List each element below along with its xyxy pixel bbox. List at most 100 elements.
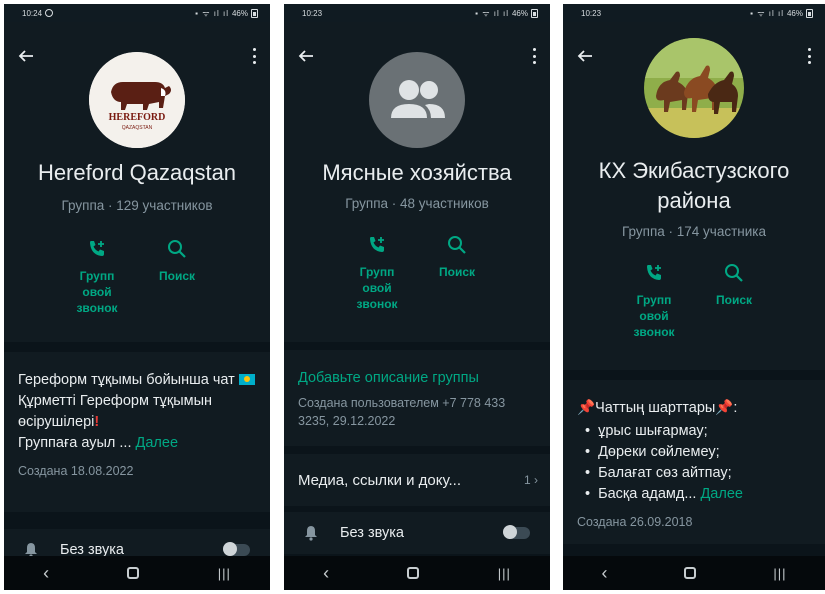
status-time: 10:23 — [302, 8, 323, 18]
hereford-logo: HEREFORD QAZAQSTAN — [89, 52, 185, 148]
group-actions: Групп овой звонок Поиск — [563, 262, 825, 340]
group-call-label: Групп овой звонок — [76, 269, 118, 315]
status-time: 10:24 — [22, 8, 43, 18]
search-label: Поиск — [158, 269, 195, 283]
android-nav-bar: ‹ ||| — [563, 556, 825, 590]
add-description-link[interactable]: Добавьте описание группы — [284, 350, 550, 386]
group-header: Мясные хозяйства Группа · 48 участников … — [284, 22, 550, 342]
bell-icon — [305, 526, 317, 541]
status-time: 10:23 — [581, 8, 602, 18]
android-nav-bar: ‹ ||| — [4, 556, 270, 590]
group-actions: Групп овой звонок Поиск — [284, 234, 550, 312]
group-description-panel[interactable]: Добавьте описание группы Создана пользов… — [284, 350, 550, 446]
back-arrow-icon[interactable] — [18, 48, 34, 64]
rule-item: Басқа адамд... Далее — [585, 484, 815, 505]
horses-photo — [644, 38, 744, 138]
search-icon — [725, 264, 743, 282]
group-description-panel[interactable]: Гереформ тұқымы бойынша чат Құрметті Гер… — [4, 352, 270, 512]
nav-back-icon[interactable]: ‹ — [43, 563, 49, 584]
nav-home-icon[interactable] — [407, 567, 420, 579]
status-bar: 10:23 ▪ ᯤ ıl ıl 46% — [284, 4, 550, 22]
phone-screen-2: 10:23 ▪ ᯤ ıl ıl 46% Мясные хозяйства Гру… — [284, 4, 550, 590]
group-description-panel[interactable]: 📌Чаттың шарттары📌: ұрыс шығармау; Дөреки… — [563, 380, 825, 544]
group-title: КХ Экибастузского района — [598, 158, 790, 213]
group-avatar[interactable] — [644, 38, 744, 138]
status-bar: 10:23 ▪ ᯤ ıl ıl 46% — [563, 4, 825, 22]
group-actions: Групп овой звонок Поиск — [4, 238, 270, 316]
mute-toggle[interactable] — [503, 525, 530, 539]
rules-title-line: 📌Чаттың шарттары📌: — [563, 380, 825, 419]
battery-percent: 46% — [511, 8, 528, 18]
group-call-label: Групп овой звонок — [633, 293, 675, 339]
search-icon — [448, 236, 466, 254]
search-icon — [168, 240, 186, 258]
group-subtitle: Группа · 129 участников — [61, 198, 213, 213]
rules-list: ұрыс шығармау; Дөреки сөйлемеу; Балағат … — [563, 419, 825, 505]
nav-home-icon[interactable] — [684, 567, 697, 579]
nav-home-icon[interactable] — [127, 567, 140, 579]
logo-subtext: QAZAQSTAN — [122, 125, 153, 131]
battery-percent: 46% — [786, 8, 803, 18]
mute-row[interactable]: Без звука — [284, 512, 550, 554]
add-call-icon — [370, 237, 384, 252]
created-date: Создана 26.09.2018 — [577, 515, 693, 529]
add-call-icon — [90, 241, 104, 256]
rule-item: ұрыс шығармау; — [585, 421, 815, 442]
rule-item: Балағат сөз айтпау; — [585, 463, 815, 484]
battery-icon — [251, 8, 258, 18]
group-avatar[interactable] — [369, 52, 465, 148]
more-options-icon[interactable] — [807, 48, 811, 64]
battery-percent: 46% — [231, 8, 248, 18]
group-call-button[interactable]: Групп овой звонок — [66, 238, 128, 316]
exclamation-icon: ! — [94, 414, 100, 430]
kazakhstan-flag-icon — [238, 374, 255, 385]
group-header: КХ Экибастузского района Группа · 174 уч… — [563, 22, 825, 370]
search-button[interactable]: Поиск — [146, 238, 208, 316]
mute-toggle[interactable] — [223, 542, 250, 556]
pushpin-icon: 📌 — [715, 400, 734, 416]
more-options-icon[interactable] — [532, 48, 536, 64]
group-call-button[interactable]: Групп овой звонок — [623, 262, 685, 340]
read-more-link[interactable]: Далее — [136, 435, 178, 451]
nav-back-icon[interactable]: ‹ — [323, 563, 329, 584]
search-button[interactable]: Поиск — [426, 234, 488, 312]
nav-recents-icon[interactable]: ||| — [498, 566, 511, 581]
search-label: Поиск — [715, 293, 752, 307]
phone-screen-3: 10:23 ▪ ᯤ ıl ıl 46% КХ Экибастузского ра… — [563, 4, 825, 590]
nav-recents-icon[interactable]: ||| — [218, 566, 231, 581]
nav-back-icon[interactable]: ‹ — [601, 563, 607, 584]
pushpin-icon: 📌 — [577, 400, 596, 416]
signal-icons: ▪ ᯤ ıl ıl — [195, 8, 229, 18]
default-group-icon — [391, 80, 445, 118]
created-by: Создана пользователем +7 778 433 3235, 2… — [298, 396, 506, 428]
whatsapp-status-icon — [45, 9, 54, 17]
read-more-link[interactable]: Далее — [700, 486, 742, 502]
status-bar: 10:24 ▪ ᯤ ıl ıl 46% — [4, 4, 270, 22]
group-call-label: Групп овой звонок — [356, 265, 398, 311]
search-label: Поиск — [438, 265, 475, 279]
signal-icons: ▪ ᯤ ıl ıl — [475, 8, 509, 18]
phone-screen-1: 10:24 ▪ ᯤ ıl ıl 46% HEREFORD QAZAQSTAN H… — [4, 4, 270, 590]
more-options-icon[interactable] — [252, 48, 256, 64]
back-arrow-icon[interactable] — [298, 48, 314, 64]
media-label: Медиа, ссылки и доку... — [298, 471, 462, 489]
group-call-button[interactable]: Групп овой звонок — [346, 234, 408, 312]
media-count: 1 › — [523, 473, 538, 487]
nav-recents-icon[interactable]: ||| — [773, 566, 786, 581]
search-button[interactable]: Поиск — [703, 262, 765, 340]
group-title: Мясные хозяйства — [322, 160, 512, 185]
logo-text: HEREFORD — [109, 112, 166, 123]
back-arrow-icon[interactable] — [577, 48, 593, 64]
group-title: Hereford Qazaqstan — [37, 160, 237, 185]
battery-icon — [806, 8, 813, 18]
created-date: Создана 18.08.2022 — [18, 464, 134, 478]
group-avatar[interactable]: HEREFORD QAZAQSTAN — [89, 52, 185, 148]
group-subtitle: Группа · 174 участника — [622, 224, 766, 239]
rule-item: Дөреки сөйлемеу; — [585, 442, 815, 463]
battery-icon — [531, 8, 538, 18]
mute-label: Без звука — [340, 525, 404, 541]
android-nav-bar: ‹ ||| — [284, 556, 550, 590]
group-subtitle: Группа · 48 участников — [345, 196, 489, 211]
signal-icons: ▪ ᯤ ıl ıl — [750, 8, 784, 18]
media-links-docs-row[interactable]: Медиа, ссылки и доку... 1 › — [284, 454, 550, 506]
